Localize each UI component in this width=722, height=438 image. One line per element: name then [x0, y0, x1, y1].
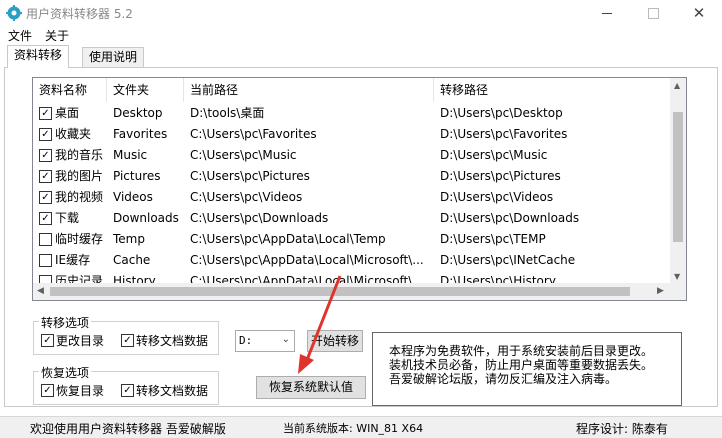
tab-help[interactable]: 使用说明	[82, 47, 145, 68]
horizontal-scrollbar[interactable]: ◀ ▶	[33, 283, 686, 300]
row-current-path: D:\tools\桌面	[190, 106, 265, 120]
menu-about[interactable]: 关于	[45, 27, 69, 44]
table-row[interactable]: ✓ 我的视频 Videos C:\Users\pc\Videos D:\Users\pc…	[33, 187, 671, 208]
table-row[interactable]: 临时缓存 Temp C:\Users\pc\AppData\Local\Temp D:…	[33, 229, 671, 250]
table-row[interactable]: ✓ 收藏夹 Favorites C:\Users\pc\Favorites D:\Use…	[33, 124, 671, 145]
row-target-path: D:\Users\pc\Pictures	[440, 169, 561, 183]
status-welcome: 欢迎使用用户资料转移器 吾爱破解版	[30, 422, 226, 436]
transfer-docs-label: 转移文档数据	[136, 334, 209, 348]
drive-select-value: D:	[239, 334, 253, 347]
status-bar: 欢迎使用用户资料转移器 吾爱破解版 当前系统版本: WIN_81 X64 程序设…	[0, 416, 722, 438]
table-row[interactable]: ✓ 桌面 Desktop D:\tools\桌面 D:\Users\pc\Desktop	[33, 103, 671, 124]
table-row[interactable]: IE缓存 Cache C:\Users\pc\AppData\Local\Micro…	[33, 250, 671, 271]
restore-docs-label: 转移文档数据	[136, 384, 209, 398]
row-name: 我的视频	[55, 190, 104, 204]
row-target-path: D:\Users\pc\Downloads	[440, 211, 580, 225]
row-current-path: C:\Users\pc\AppData\Local\Temp	[190, 232, 386, 246]
maximize-button[interactable]	[630, 0, 676, 26]
row-name: 临时缓存	[55, 232, 104, 246]
row-target-path: D:\Users\pc\Music	[440, 148, 548, 162]
table-row[interactable]: ✓ 我的图片 Pictures C:\Users\pc\Pictures D:\User…	[33, 166, 671, 187]
vertical-scrollbar[interactable]: ▲ ▼	[670, 78, 686, 284]
row-target-path: D:\Users\pc\INetCache	[440, 253, 576, 267]
row-current-path: C:\Users\pc\Music	[190, 148, 297, 162]
table-row[interactable]: ✓ 我的音乐 Music C:\Users\pc\Music D:\Users\pc\M…	[33, 145, 671, 166]
info-line-1: 本程序为免费软件，用于系统安装前后目录更改。	[389, 344, 654, 358]
status-os-version: 当前系统版本: WIN_81 X64	[283, 422, 424, 435]
row-folder: Favorites	[113, 127, 168, 141]
column-header-name[interactable]: 资料名称	[33, 78, 107, 102]
menu-bar: 文件 关于	[0, 26, 722, 44]
column-header-current-path[interactable]: 当前路径	[184, 78, 434, 102]
restore-dir-label: 恢复目录	[56, 384, 105, 398]
info-box: 本程序为免费软件，用于系统安装前后目录更改。 装机技术员必备，防止用户桌面等重要…	[372, 332, 682, 406]
minimize-button[interactable]	[584, 0, 630, 26]
row-current-path: C:\Users\pc\Videos	[190, 190, 303, 204]
row-folder: Music	[113, 148, 148, 162]
restore-docs-checkbox[interactable]: ✓	[121, 384, 134, 397]
folder-list[interactable]: 资料名称 文件夹 当前路径 转移路径 ✓ 桌面 Desktop D:\tools\桌面…	[32, 77, 687, 301]
row-folder: Downloads	[113, 211, 179, 225]
row-target-path: D:\Users\pc\TEMP	[440, 232, 546, 246]
row-folder: Temp	[113, 232, 145, 246]
row-name: 收藏夹	[55, 127, 92, 141]
row-folder: Desktop	[113, 106, 163, 120]
transfer-docs-checkbox[interactable]: ✓	[121, 334, 134, 347]
row-name: 我的音乐	[55, 148, 104, 162]
scroll-left-icon: ◀	[37, 286, 44, 296]
row-current-path: C:\Users\pc\Downloads	[190, 211, 329, 225]
app-gear-icon	[6, 5, 22, 21]
transfer-change-dir-checkbox[interactable]: ✓	[41, 334, 54, 347]
close-button[interactable]: ✕	[676, 0, 722, 26]
scroll-down-icon: ▼	[674, 272, 681, 281]
minimize-icon	[602, 12, 612, 14]
chevron-down-icon: ⌄	[281, 334, 290, 345]
info-line-3: 吾爱破解论坛版，请勿反汇编及注入病毒。	[389, 372, 618, 386]
transfer-options-title: 转移选项	[39, 314, 92, 331]
row-name: IE缓存	[55, 253, 91, 267]
menu-file[interactable]: 文件	[8, 27, 32, 44]
scroll-up-icon: ▲	[674, 81, 681, 90]
maximize-icon	[647, 7, 659, 19]
row-folder: Videos	[113, 190, 153, 204]
row-folder: Pictures	[113, 169, 161, 183]
info-line-2: 装机技术员必备，防止用户桌面等重要数据丢失。	[389, 358, 654, 372]
row-current-path: C:\Users\pc\Favorites	[190, 127, 317, 141]
table-row[interactable]: ✓ 下载 Downloads C:\Users\pc\Downloads D:\User…	[33, 208, 671, 229]
row-name: 桌面	[55, 106, 80, 120]
column-header-folder[interactable]: 文件夹	[107, 78, 184, 102]
restore-dir-checkbox[interactable]: ✓	[41, 384, 54, 397]
vertical-scroll-thumb[interactable]	[673, 112, 683, 242]
row-target-path: D:\Users\pc\Desktop	[440, 106, 563, 120]
annotation-arrow-icon	[298, 275, 342, 374]
status-author: 程序设计: 陈泰有	[576, 422, 668, 436]
close-icon: ✕	[692, 4, 706, 22]
title-bar: 用户资料转移器 5.2 ✕	[0, 0, 722, 26]
scroll-right-icon: ▶	[657, 286, 664, 296]
transfer-change-dir-label: 更改目录	[56, 334, 105, 348]
row-name: 我的图片	[55, 169, 104, 183]
restore-options-title: 恢复选项	[39, 364, 92, 381]
row-target-path: D:\Users\pc\Videos	[440, 190, 554, 204]
window-title: 用户资料转移器 5.2	[26, 7, 133, 21]
drive-select[interactable]: D: ⌄	[235, 330, 295, 352]
row-target-path: D:\Users\pc\Favorites	[440, 127, 568, 141]
row-name: 下载	[55, 211, 80, 225]
row-folder: Cache	[113, 253, 151, 267]
row-current-path: C:\Users\pc\Pictures	[190, 169, 310, 183]
tab-transfer[interactable]: 资料转移	[7, 45, 70, 68]
column-header-target-path[interactable]: 转移路径	[434, 78, 671, 102]
row-current-path: C:\Users\pc\AppData\Local\Microsoft\...	[190, 253, 424, 267]
